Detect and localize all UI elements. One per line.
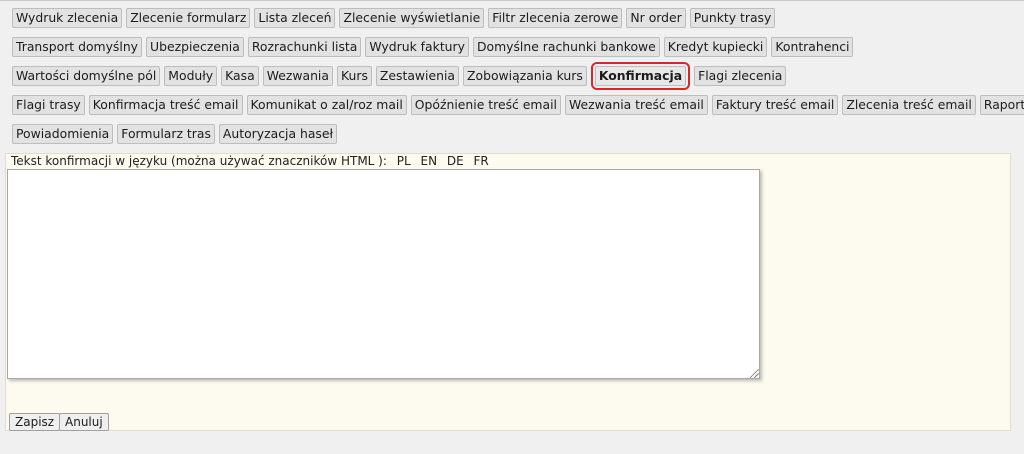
- tab-zlecenie-formularz[interactable]: Zlecenie formularz: [126, 8, 251, 28]
- tab-flagi-trasy[interactable]: Flagi trasy: [12, 95, 85, 115]
- tab-wydruk-zlecenia[interactable]: Wydruk zlecenia: [12, 8, 123, 28]
- label-text: Tekst konfirmacji w języku (można używać…: [11, 154, 387, 168]
- tab-row-2: Transport domyślny Ubezpieczenia Rozrachun…: [12, 37, 857, 57]
- tab-konfirmacja-tresc-email[interactable]: Konfirmacja treść email: [88, 95, 243, 115]
- tab-transport-domyslny[interactable]: Transport domyślny: [12, 37, 143, 57]
- tab-moduly[interactable]: Moduły: [164, 66, 218, 86]
- tab-wezwania-tresc-email[interactable]: Wezwania treść email: [564, 95, 708, 115]
- tab-zlecenia-tresc-email[interactable]: Zlecenia treść email: [842, 95, 976, 115]
- tab-powiadomienia[interactable]: Powiadomienia: [12, 124, 114, 144]
- cancel-button[interactable]: Anuluj: [59, 413, 109, 431]
- tab-kasa[interactable]: Kasa: [221, 66, 259, 86]
- tab-zlecenie-wyswietlanie[interactable]: Zlecenie wyświetlanie: [339, 8, 485, 28]
- tab-row-3: Wartości domyślne pól Moduły Kasa Wezwania K…: [12, 62, 790, 90]
- tab-autoryzacja-hasel[interactable]: Autoryzacja haseł: [218, 124, 338, 144]
- tab-wezwania[interactable]: Wezwania: [262, 66, 333, 86]
- tab-wydruk-faktury[interactable]: Wydruk faktury: [365, 37, 469, 57]
- language-link-pl[interactable]: PL: [397, 154, 411, 168]
- language-link-en[interactable]: EN: [420, 154, 437, 168]
- tab-ubezpieczenia[interactable]: Ubezpieczenia: [146, 37, 244, 57]
- tab-row-5: Powiadomienia Formularz tras Autoryzacja h…: [12, 124, 341, 144]
- tab-kontrahenci[interactable]: Kontrahenci: [771, 37, 854, 57]
- language-link-fr[interactable]: FR: [474, 154, 489, 168]
- tab-zestawienia[interactable]: Zestawienia: [375, 66, 460, 86]
- tab-lista-zlecen[interactable]: Lista zleceń: [254, 8, 336, 28]
- tab-komunikat-o-zal-roz-mail[interactable]: Komunikat o zal/roz mail: [246, 95, 407, 115]
- confirmation-textarea[interactable]: [7, 169, 760, 379]
- tab-konfirmacja[interactable]: Konfirmacja: [590, 62, 691, 90]
- language-link-de[interactable]: DE: [447, 154, 464, 168]
- confirmation-text-label: Tekst konfirmacji w języku (można używać…: [11, 154, 489, 168]
- tab-domyslne-rachunki-bankowe[interactable]: Domyślne rachunki bankowe: [472, 37, 660, 57]
- tab-nr-order[interactable]: Nr order: [626, 8, 686, 28]
- tab-filtr-zlecenia-zerowe[interactable]: Filtr zlecenia zerowe: [488, 8, 623, 28]
- tab-faktury-tresc-email[interactable]: Faktury treść email: [711, 95, 839, 115]
- top-divider: [0, 0, 1024, 1]
- tab-flagi-zlecenia[interactable]: Flagi zlecenia: [694, 66, 787, 86]
- tab-row-1: Wydruk zlecenia Zlecenie formularz Lista z…: [12, 8, 779, 28]
- tab-opoznienie-tresc-email[interactable]: Opóźnienie treść email: [410, 95, 561, 115]
- tab-formularz-tras[interactable]: Formularz tras: [117, 124, 215, 144]
- tab-kurs[interactable]: Kurs: [336, 66, 372, 86]
- tab-kredyt-kupiecki[interactable]: Kredyt kupiecki: [663, 37, 768, 57]
- save-button[interactable]: Zapisz: [9, 413, 61, 431]
- tab-wartosci-domyslne-pol[interactable]: Wartości domyślne pól: [12, 66, 161, 86]
- tab-rozrachunki-lista[interactable]: Rozrachunki lista: [247, 37, 362, 57]
- tab-punkty-trasy[interactable]: Punkty trasy: [689, 8, 776, 28]
- tab-raport-dla[interactable]: Raport dla: [979, 95, 1024, 115]
- tab-row-4: Flagi trasy Konfirmacja treść email Komuni…: [12, 95, 1024, 115]
- tab-zobowiazania-kurs[interactable]: Zobowiązania kurs: [463, 66, 587, 86]
